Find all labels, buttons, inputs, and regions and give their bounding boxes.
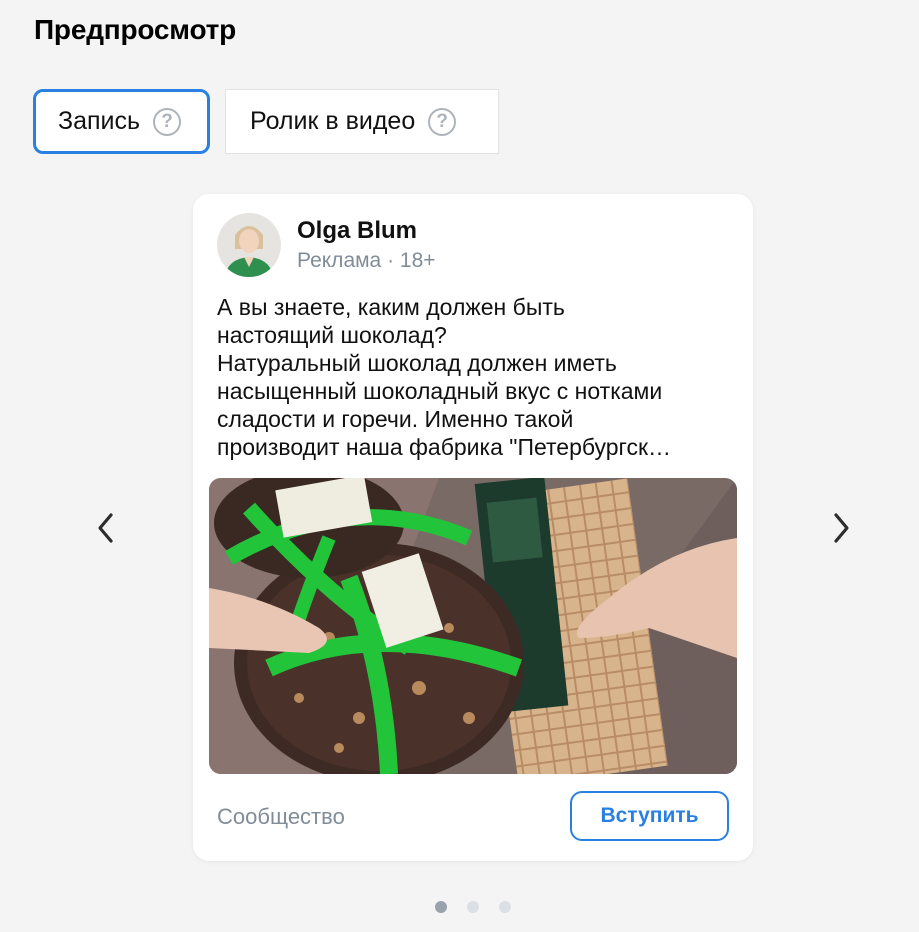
tab-post-label: Запись [58, 107, 141, 135]
preview-tabs: Запись ? Ролик в видео ? [33, 89, 499, 154]
tab-post[interactable]: Запись ? [33, 89, 210, 154]
chevron-right-icon [834, 513, 849, 543]
post-text: А вы знаете, каким должен быть настоящий… [217, 293, 737, 461]
post-text-line: сладости и горечи. Именно такой [217, 406, 574, 432]
carousel-prev-button[interactable] [88, 508, 124, 548]
avatar[interactable] [217, 213, 281, 277]
author-name[interactable]: Olga Blum [297, 217, 417, 245]
carousel-dot[interactable] [467, 901, 479, 913]
question-circle-icon[interactable]: ? [428, 107, 457, 136]
post-text-line: Натуральный шоколад должен иметь [217, 350, 617, 376]
question-circle-icon[interactable]: ? [153, 107, 182, 136]
page-title: Предпросмотр [34, 14, 237, 45]
post-text-line: настоящий шоколад? [217, 322, 447, 348]
carousel-next-button[interactable] [823, 508, 859, 548]
tab-video-clip[interactable]: Ролик в видео ? [225, 89, 499, 154]
ad-post-card: Olga Blum Реклама · 18+ А вы знаете, как… [193, 194, 753, 861]
chevron-left-icon [98, 513, 113, 543]
tab-video-clip-label: Ролик в видео [250, 107, 416, 135]
carousel-dot[interactable] [499, 901, 511, 913]
carousel-pagination [435, 901, 511, 913]
carousel-dot[interactable] [435, 901, 447, 913]
join-button[interactable]: Вступить [570, 791, 729, 841]
post-image[interactable] [209, 478, 737, 774]
preview-panel: Предпросмотр Запись ? Ролик в видео ? Ol… [0, 0, 919, 932]
post-text-line: насыщенный шоколадный вкус с нотками [217, 378, 663, 404]
community-label: Сообщество [217, 804, 345, 829]
ad-label: Реклама · 18+ [297, 249, 436, 272]
post-text-line: А вы знаете, каким должен быть [217, 294, 565, 320]
post-text-line: производит наша фабрика "Петербургск… [217, 434, 672, 460]
